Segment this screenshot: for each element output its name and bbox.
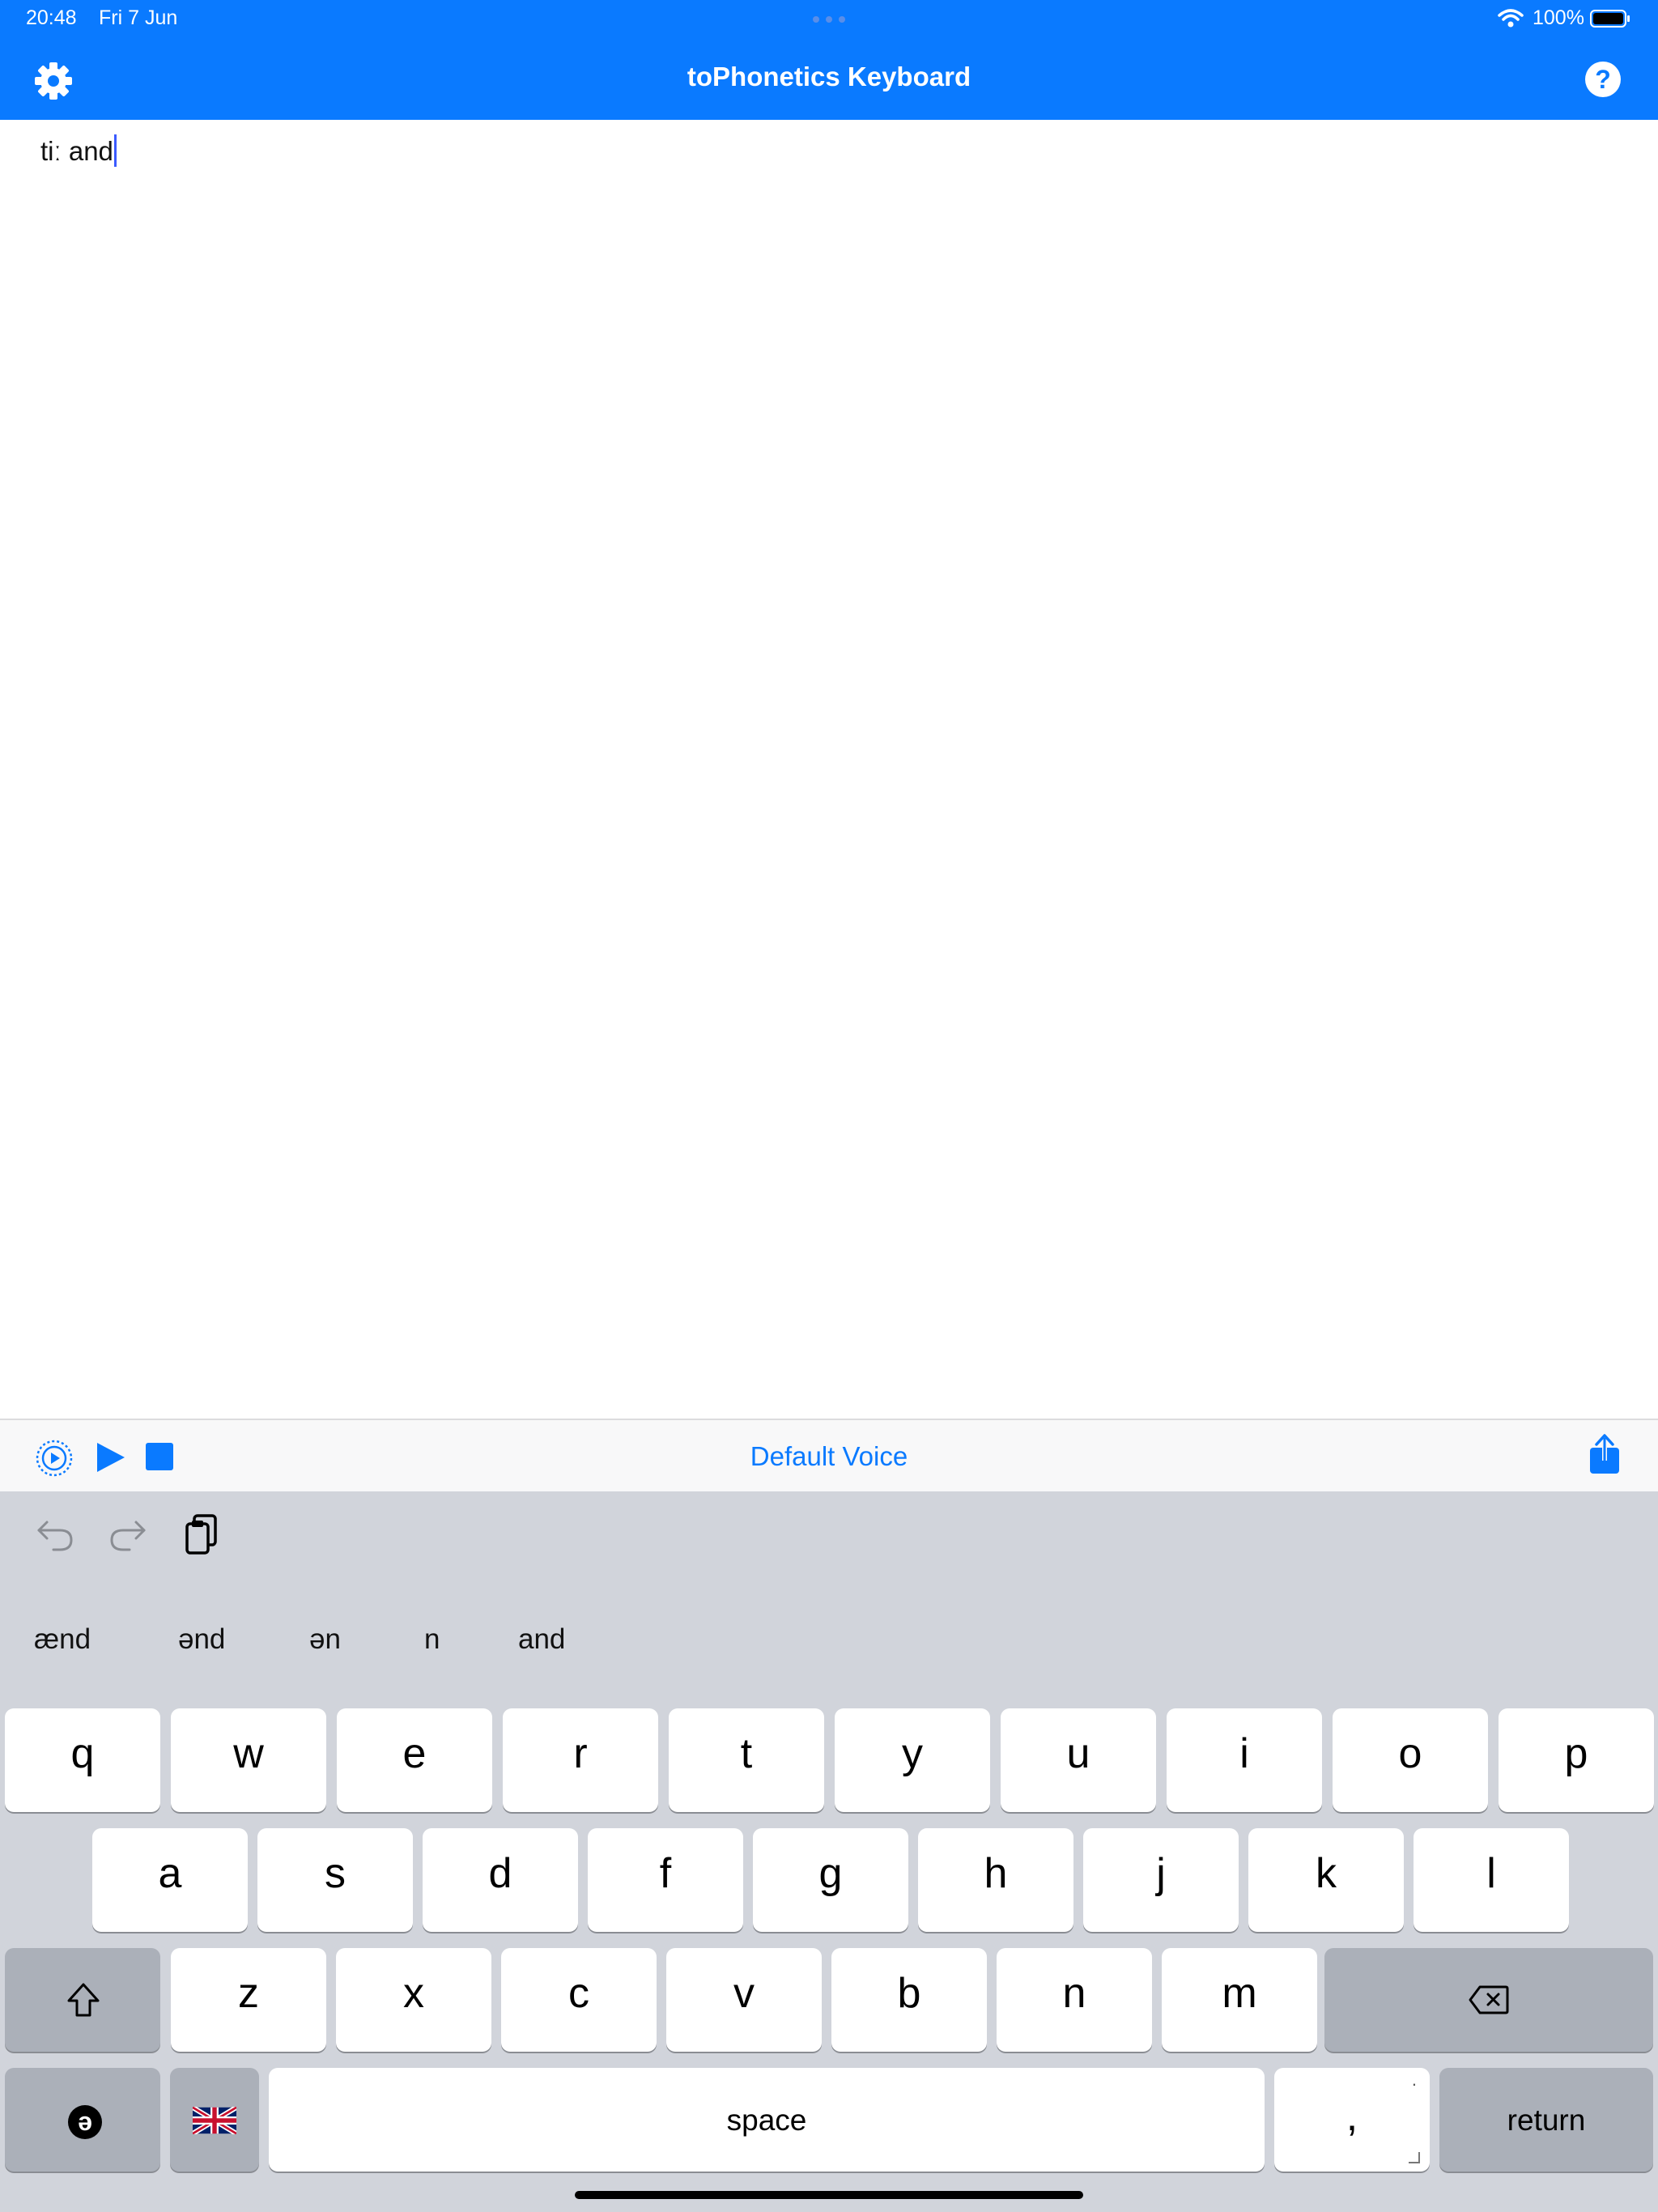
text-editor[interactable]: tiː and bbox=[40, 134, 117, 167]
key-s[interactable]: s bbox=[257, 1828, 413, 1932]
period-alt-label: . bbox=[1411, 2069, 1417, 2090]
schwa-icon: ə bbox=[68, 2105, 102, 2139]
uk-flag-icon bbox=[193, 2107, 236, 2134]
battery-icon bbox=[1590, 10, 1630, 28]
comma-key[interactable]: , . bbox=[1274, 2068, 1430, 2172]
key-n[interactable]: n bbox=[997, 1948, 1152, 2052]
redo-icon[interactable] bbox=[108, 1517, 147, 1553]
key-b[interactable]: b bbox=[831, 1948, 987, 2052]
paste-icon[interactable] bbox=[185, 1514, 219, 1556]
key-v[interactable]: v bbox=[666, 1948, 822, 2052]
comma-label: , bbox=[1346, 2093, 1358, 2140]
delete-key[interactable] bbox=[1324, 1948, 1653, 2052]
keyboard: ænd ənd ən n and q w e r t y u i o p a s… bbox=[0, 1491, 1658, 2212]
key-t[interactable]: t bbox=[669, 1708, 824, 1812]
wifi-icon bbox=[1498, 9, 1524, 28]
help-icon[interactable]: ? bbox=[1585, 62, 1621, 97]
key-y[interactable]: y bbox=[835, 1708, 990, 1812]
suggestion-5[interactable]: and bbox=[518, 1623, 565, 1656]
key-o[interactable]: o bbox=[1333, 1708, 1488, 1812]
key-g[interactable]: g bbox=[753, 1828, 908, 1932]
shift-key[interactable] bbox=[5, 1948, 160, 2052]
schwa-key[interactable]: ə bbox=[5, 2068, 160, 2172]
voice-select-button[interactable]: Default Voice bbox=[0, 1441, 1658, 1472]
key-p[interactable]: p bbox=[1499, 1708, 1654, 1812]
key-x[interactable]: x bbox=[336, 1948, 491, 2052]
status-date: Fri 7 Jun bbox=[99, 6, 178, 29]
share-icon[interactable] bbox=[1588, 1433, 1621, 1475]
language-key[interactable] bbox=[170, 2068, 259, 2172]
key-j[interactable]: j bbox=[1083, 1828, 1239, 1932]
space-key[interactable]: space bbox=[269, 2068, 1265, 2172]
home-indicator[interactable] bbox=[575, 2191, 1083, 2199]
key-h[interactable]: h bbox=[918, 1828, 1073, 1932]
delete-icon bbox=[1469, 1985, 1509, 2014]
key-d[interactable]: d bbox=[423, 1828, 578, 1932]
key-q[interactable]: q bbox=[5, 1708, 160, 1812]
return-key[interactable]: return bbox=[1439, 2068, 1653, 2172]
battery-percent: 100% bbox=[1533, 6, 1584, 29]
key-c[interactable]: c bbox=[501, 1948, 657, 2052]
nav-bar: 20:48 Fri 7 Jun 100% toPhonetics Keyboar… bbox=[0, 0, 1658, 120]
suggestion-2[interactable]: ənd bbox=[178, 1623, 225, 1656]
suggestion-1[interactable]: ænd bbox=[34, 1623, 91, 1656]
key-e[interactable]: e bbox=[337, 1708, 492, 1812]
key-i[interactable]: i bbox=[1167, 1708, 1322, 1812]
key-a[interactable]: a bbox=[92, 1828, 248, 1932]
corner-mark-icon bbox=[1409, 2152, 1420, 2163]
playback-toolbar: Default Voice bbox=[0, 1419, 1658, 1493]
settings-gear-icon[interactable] bbox=[32, 60, 74, 102]
text-caret bbox=[113, 134, 117, 167]
status-time: 20:48 bbox=[26, 6, 77, 29]
key-f[interactable]: f bbox=[588, 1828, 743, 1932]
undo-icon[interactable] bbox=[36, 1517, 74, 1553]
suggestion-4[interactable]: n bbox=[424, 1623, 440, 1656]
key-l[interactable]: l bbox=[1414, 1828, 1569, 1932]
key-r[interactable]: r bbox=[503, 1708, 658, 1812]
key-z[interactable]: z bbox=[171, 1948, 326, 2052]
multitask-dots-icon[interactable] bbox=[813, 16, 845, 23]
key-u[interactable]: u bbox=[1001, 1708, 1156, 1812]
page-title: toPhonetics Keyboard bbox=[687, 62, 971, 91]
editor-text: tiː and bbox=[40, 136, 113, 166]
suggestion-3[interactable]: ən bbox=[309, 1623, 341, 1656]
key-k[interactable]: k bbox=[1248, 1828, 1404, 1932]
shift-icon bbox=[67, 1983, 100, 2017]
key-w[interactable]: w bbox=[171, 1708, 326, 1812]
key-m[interactable]: m bbox=[1162, 1948, 1317, 2052]
